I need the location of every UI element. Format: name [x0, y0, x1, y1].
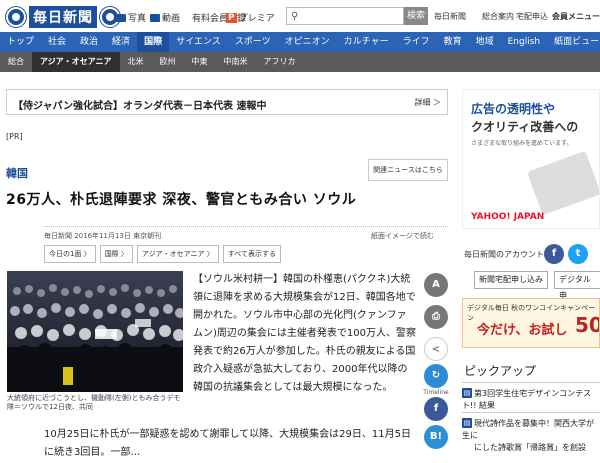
account-label: 毎日新聞のアカウント [464, 250, 544, 259]
logo-mark-icon [6, 7, 26, 27]
tag-show-all[interactable]: すべて表示する [222, 245, 281, 263]
guide-link[interactable]: 総合案内 [482, 11, 514, 22]
share-button[interactable]: < [424, 337, 448, 361]
facebook-share-button[interactable]: f [424, 397, 448, 421]
tag-asia-oceania[interactable]: アジア・オセアニア 〉 [136, 245, 219, 263]
main-nav-item[interactable]: 紙面ビューアー [547, 32, 600, 52]
print-button[interactable]: ⎙ [424, 305, 448, 329]
photos-link[interactable]: 写真 [116, 11, 146, 24]
site-logo[interactable]: 毎日新聞 [6, 6, 120, 28]
ad-line3: さまざまな取り組みを進めています。 [471, 140, 573, 147]
digital-paper-link[interactable]: 毎日新聞 [434, 11, 466, 22]
pickup-icon: ▤ [462, 418, 472, 428]
main-nav: トップ 社会 政治 経済 国際 サイエンス スポーツ オピニオン カルチャー ライフ 教育 地域 Eng… [0, 32, 600, 52]
article-headline: 26万人、朴氏退陣要求 深夜、警官ともみ合い ソウル [6, 192, 357, 208]
protest-crowd-image [7, 271, 183, 392]
banner-detail-link[interactable]: 詳細 ＞ [414, 97, 441, 108]
article-body: 【ソウル米村耕一】韓国の朴槿恵(パククネ)大統領に退陣を求める大規模集会が12日… [193, 274, 416, 393]
twitter-icon: t [575, 248, 581, 259]
yahoo-ad[interactable]: 広告の透明性や クオリティ改善への さまざまな取り組みを進めています。 YAHO… [462, 89, 600, 229]
sub-nav-item[interactable]: アジア・オセアニア [32, 52, 120, 72]
main-nav-item[interactable]: オピニオン [278, 32, 337, 52]
pr-label: [PR] [6, 132, 23, 141]
premier-link[interactable]: P プレミア [226, 11, 275, 24]
meta-divider [44, 226, 448, 227]
main-nav-item[interactable]: 教育 [437, 32, 469, 52]
hatena-icon: B! [429, 431, 443, 442]
main-nav-item[interactable]: 国際 [137, 32, 170, 52]
yahoo-logo: YAHOO! JAPAN [471, 212, 545, 222]
digital-campaign-ad[interactable]: デジタル毎日 秋のワンコインキャンペーン 今だけ、お試し 50 [462, 298, 600, 348]
main-nav-item[interactable]: 経済 [105, 32, 137, 52]
paper-image-link[interactable]: 紙面イメージで読む [371, 231, 434, 241]
premier-label: プレミア [238, 14, 275, 24]
section-label[interactable]: 韓国 [6, 165, 28, 181]
timeline-button[interactable]: ↻ [424, 364, 448, 388]
logo-text: 毎日新聞 [29, 6, 97, 28]
pickup-item[interactable]: ▤ 現代詩作品を募集中！関西大学が生に にした詩歌賞「帰路賞」を創設 [462, 418, 600, 454]
hatena-bookmark-button[interactable]: B! [424, 425, 448, 449]
main-nav-item[interactable]: サイエンス [169, 32, 228, 52]
sub-nav: 総合 アジア・オセアニア 北米 欧州 中東 中南米 アフリカ [0, 52, 600, 72]
main-nav-item[interactable]: カルチャー [337, 32, 396, 52]
campaign-main: 今だけ、お試し [477, 323, 568, 338]
banner-text: 【侍ジャパン強化試合】オランダ代表－日本代表 速報中 [13, 101, 267, 112]
facebook-account-button[interactable]: f [544, 244, 564, 264]
main-nav-item[interactable]: English [501, 32, 548, 52]
main-nav-item[interactable]: ライフ [396, 32, 437, 52]
search-input[interactable]: ⚲ [286, 7, 404, 25]
twitter-account-button[interactable]: t [568, 244, 588, 264]
article-photo[interactable] [7, 271, 183, 392]
search-icon: ⚲ [291, 11, 299, 22]
timeline-label: Timeline [423, 389, 449, 396]
article-body-continued: 10月25日に朴氏が一部疑惑を認めて謝罪して以降、大規模集会は29日、11月5日… [44, 429, 411, 458]
video-link[interactable]: 動画 [150, 11, 180, 24]
facebook-icon: f [433, 403, 439, 414]
pickup-icon: ▤ [462, 388, 472, 398]
pickup-divider [462, 382, 600, 383]
tag-international[interactable]: 国際 〉 [99, 245, 133, 263]
video-icon [150, 13, 160, 22]
search-button[interactable]: 検索 [404, 7, 428, 25]
sub-nav-item[interactable]: アフリカ [256, 52, 304, 72]
camera-icon [116, 13, 126, 22]
pickup-divider [462, 412, 600, 413]
campaign-number: 50 [575, 313, 599, 337]
ad-line2: クオリティ改善への [471, 120, 579, 134]
photo-caption: 大統領府に近づこうとし、機動隊(左側)ともみ合うデモ隊＝ソウルで12日夜、共同 [7, 394, 181, 411]
font-size-button[interactable]: A [424, 273, 448, 297]
main-nav-item[interactable]: トップ [0, 32, 41, 52]
sub-nav-item[interactable]: 中東 [184, 52, 216, 72]
video-label: 動画 [162, 14, 181, 24]
sub-nav-item[interactable]: 中南米 [216, 52, 256, 72]
share-icon: < [431, 344, 441, 355]
pickup-title: ピックアップ [464, 364, 537, 378]
delivery-link[interactable]: 宅配申込 [516, 11, 548, 22]
main-nav-item[interactable]: スポーツ [228, 32, 278, 52]
main-nav-item[interactable]: 社会 [41, 32, 73, 52]
font-size-icon: A [432, 279, 440, 290]
tag-today-front[interactable]: 今日の1面 〉 [44, 245, 96, 263]
premier-icon: P [226, 12, 237, 23]
sub-nav-item[interactable]: 北米 [120, 52, 152, 72]
ad-line1: 広告の透明性や [471, 102, 556, 116]
sub-nav-item[interactable]: 欧州 [152, 52, 184, 72]
related-news-button[interactable]: 関連ニュースはこちら [368, 159, 448, 181]
facebook-icon: f [551, 248, 557, 259]
timeline-icon: ↻ [431, 370, 441, 381]
member-menu-link[interactable]: 会員メニュー [552, 11, 600, 22]
newspaper-subscribe-button[interactable]: 新聞宅配申し込み [474, 271, 548, 289]
pickup-item[interactable]: ▤ 第3回学生住宅デザインコンテスト!! 結果 [462, 388, 600, 412]
digital-subscribe-button[interactable]: デジタル申 [554, 271, 600, 300]
photos-label: 写真 [128, 14, 147, 24]
tag-list: 今日の1面 〉 国際 〉 アジア・オセアニア 〉 すべて表示する [44, 245, 281, 263]
sub-nav-item[interactable]: 総合 [0, 52, 32, 72]
main-nav-item[interactable]: 地域 [469, 32, 501, 52]
article-meta: 毎日新聞 2016年11月13日 東京朝刊 [44, 232, 162, 240]
site-header: 毎日新聞 写真 動画 有料会員登録 P プレミア ⚲ 検索 毎日新聞 総合案内 … [0, 0, 600, 32]
main-nav-item[interactable]: 政治 [73, 32, 105, 52]
print-icon: ⎙ [432, 311, 440, 322]
breaking-banner[interactable]: 【侍ジャパン強化試合】オランダ代表－日本代表 速報中 詳細 ＞ [6, 89, 448, 115]
tablet-illustration [527, 150, 599, 216]
